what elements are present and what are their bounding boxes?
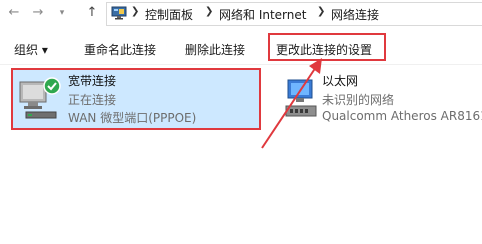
annotation-arrow-icon [261,58,322,149]
